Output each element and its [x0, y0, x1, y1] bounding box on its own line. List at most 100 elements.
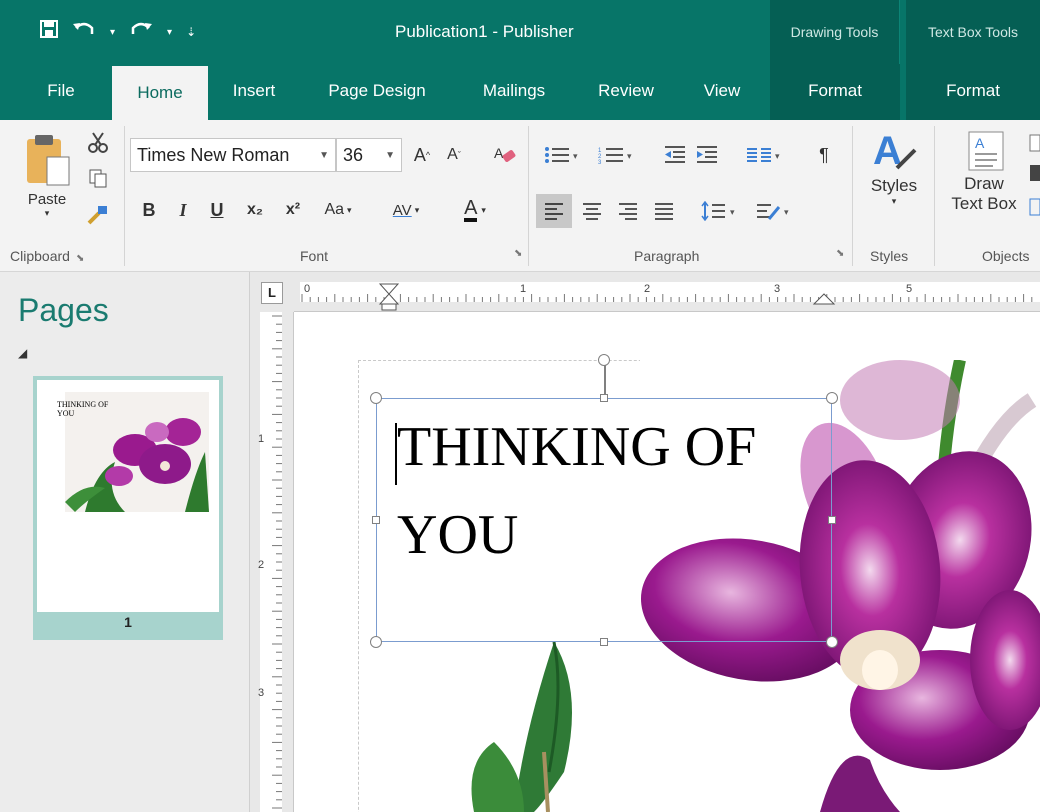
green-bud-image [471, 641, 572, 812]
italic-button[interactable]: I [172, 194, 194, 226]
styles-icon: A [873, 129, 917, 172]
align-right-button[interactable] [612, 194, 644, 228]
shapes-icon[interactable] [1028, 196, 1040, 218]
resize-handle-left[interactable] [372, 516, 380, 524]
resize-handle-bottom-right[interactable] [826, 636, 838, 648]
redo-dropdown-icon[interactable]: ▾ [167, 27, 172, 38]
styles-button[interactable]: A Styles ▾ [860, 128, 928, 240]
grow-font-label: A [413, 144, 426, 165]
svg-text:▾: ▾ [775, 151, 780, 161]
justify-button[interactable] [648, 194, 680, 228]
copy-icon[interactable] [84, 164, 112, 192]
ruler-h-2: 2 [644, 283, 650, 295]
text-box-icon: A [968, 131, 1004, 171]
group-divider [124, 126, 125, 266]
styles-dropdown-icon: ▾ [891, 196, 897, 206]
resize-handle-top-right[interactable] [826, 392, 838, 404]
textbox-line1[interactable]: THINKING OF [397, 415, 756, 479]
clipboard-launcher-icon[interactable]: ⬊ [76, 253, 84, 264]
page-thumbnail-1[interactable]: THINKING OF YOU 1 [33, 376, 223, 640]
line-spacing-icon: ▾ [701, 201, 735, 221]
tab-page-design[interactable]: Page Design [310, 64, 444, 120]
window-title: Publication1 - Publisher [395, 22, 574, 41]
horizontal-ruler[interactable]: 0 1 2 3 5 [294, 272, 1040, 312]
font-size-combo[interactable]: 36 ▼ [336, 138, 402, 172]
vertical-ruler[interactable]: 1 2 3 [250, 312, 294, 812]
table-icon[interactable] [1028, 132, 1040, 154]
increase-indent-icon[interactable] [692, 140, 722, 170]
align-left-button[interactable] [536, 194, 572, 228]
pages-pane-title: Pages [18, 292, 109, 328]
tab-stop-selector[interactable]: L [261, 282, 283, 304]
change-case-button[interactable]: Aa ▾ [314, 194, 362, 226]
cut-icon[interactable] [84, 128, 112, 156]
font-launcher-icon[interactable]: ⬊ [514, 248, 522, 259]
columns-icon: ▾ [747, 148, 780, 162]
group-divider [852, 126, 853, 266]
thumbnail-text: THINKING OF YOU [57, 400, 108, 418]
font-name-combo[interactable]: Times New Roman ▼ [130, 138, 336, 172]
font-color-button[interactable]: A ▾ [448, 194, 502, 226]
tab-view[interactable]: View [690, 64, 754, 120]
justify-icon [655, 203, 673, 220]
document-canvas[interactable]: THINKING OF YOU [294, 312, 1040, 812]
superscript-button[interactable]: x² [278, 194, 308, 226]
redo-icon[interactable] [129, 20, 153, 44]
character-spacing-button[interactable]: AV ▾ [382, 194, 430, 226]
tab-review[interactable]: Review [584, 64, 668, 120]
subscript-button[interactable]: x₂ [240, 194, 270, 226]
format-painter-icon[interactable] [84, 200, 112, 228]
show-formatting-button[interactable]: ¶ [810, 140, 838, 170]
numbering-icon: 123▾ [598, 148, 632, 165]
tab-mailings[interactable]: Mailings [466, 64, 562, 120]
resize-handle-bottom[interactable] [600, 638, 608, 646]
numbering-button[interactable]: 1 2 3 ▾ [592, 140, 642, 170]
tab-textbox-format[interactable]: Format [906, 64, 1040, 120]
resize-handle-right[interactable] [828, 516, 836, 524]
picture-icon[interactable] [1028, 162, 1040, 184]
shrink-font-button[interactable]: Aˇ [440, 140, 468, 170]
draw-text-box-button[interactable]: A Draw Text Box [940, 128, 1028, 244]
resize-handle-top-left[interactable] [370, 392, 382, 404]
paste-icon [27, 135, 70, 186]
customize-qat-icon[interactable]: ⇣ [186, 25, 196, 39]
save-icon[interactable] [40, 20, 58, 44]
tab-file[interactable]: File [36, 64, 86, 120]
tab-insert[interactable]: Insert [222, 64, 286, 120]
shrink-font-label: A [447, 146, 458, 163]
align-center-button[interactable] [576, 194, 608, 228]
text-box[interactable]: THINKING OF YOU [376, 398, 832, 642]
collapse-triangle-icon[interactable]: ◢ [18, 346, 27, 360]
undo-dropdown-icon[interactable]: ▾ [110, 27, 115, 38]
tab-home[interactable]: Home [112, 66, 208, 122]
bold-button[interactable]: B [138, 194, 160, 226]
resize-handle-bottom-left[interactable] [370, 636, 382, 648]
quick-access-toolbar: ▾ ▾ ⇣ [40, 20, 196, 44]
line-spacing-button[interactable]: ▾ [696, 194, 746, 228]
rotation-handle[interactable] [598, 354, 610, 366]
paste-button[interactable]: Paste ▾ [18, 126, 76, 226]
ruler-v-1: 1 [258, 433, 264, 445]
underline-button[interactable]: U [206, 194, 228, 226]
clear-formatting-icon[interactable]: A [490, 140, 520, 170]
paragraph-launcher-icon[interactable]: ⬊ [836, 248, 844, 259]
ruler-v-2: 2 [258, 559, 264, 571]
bullets-button[interactable]: ▾ [538, 140, 588, 170]
group-divider [528, 126, 529, 266]
ribbon-tabs: File Home Insert Page Design Mailings Re… [0, 64, 1040, 122]
decrease-indent-icon[interactable] [660, 140, 690, 170]
font-name-dropdown-icon: ▼ [319, 149, 329, 161]
grow-font-button[interactable]: A ^ [408, 140, 436, 170]
paragraph-spacing-button[interactable]: ▾ [750, 194, 800, 228]
paste-dropdown-icon: ▾ [44, 208, 50, 218]
paste-label: Paste [27, 191, 67, 208]
align-right-icon [619, 203, 637, 220]
ruler-h-5: 5 [906, 283, 912, 295]
draw-text-box-line2: Text Box [951, 194, 1017, 213]
tab-drawing-format[interactable]: Format [770, 64, 900, 120]
pages-pane: Pages ◢ THINKING OF YOU 1 [0, 272, 250, 812]
undo-icon[interactable] [72, 20, 96, 44]
textbox-line2[interactable]: YOU [397, 503, 518, 567]
resize-handle-top[interactable] [600, 394, 608, 402]
columns-button[interactable]: ▾ [740, 140, 790, 170]
